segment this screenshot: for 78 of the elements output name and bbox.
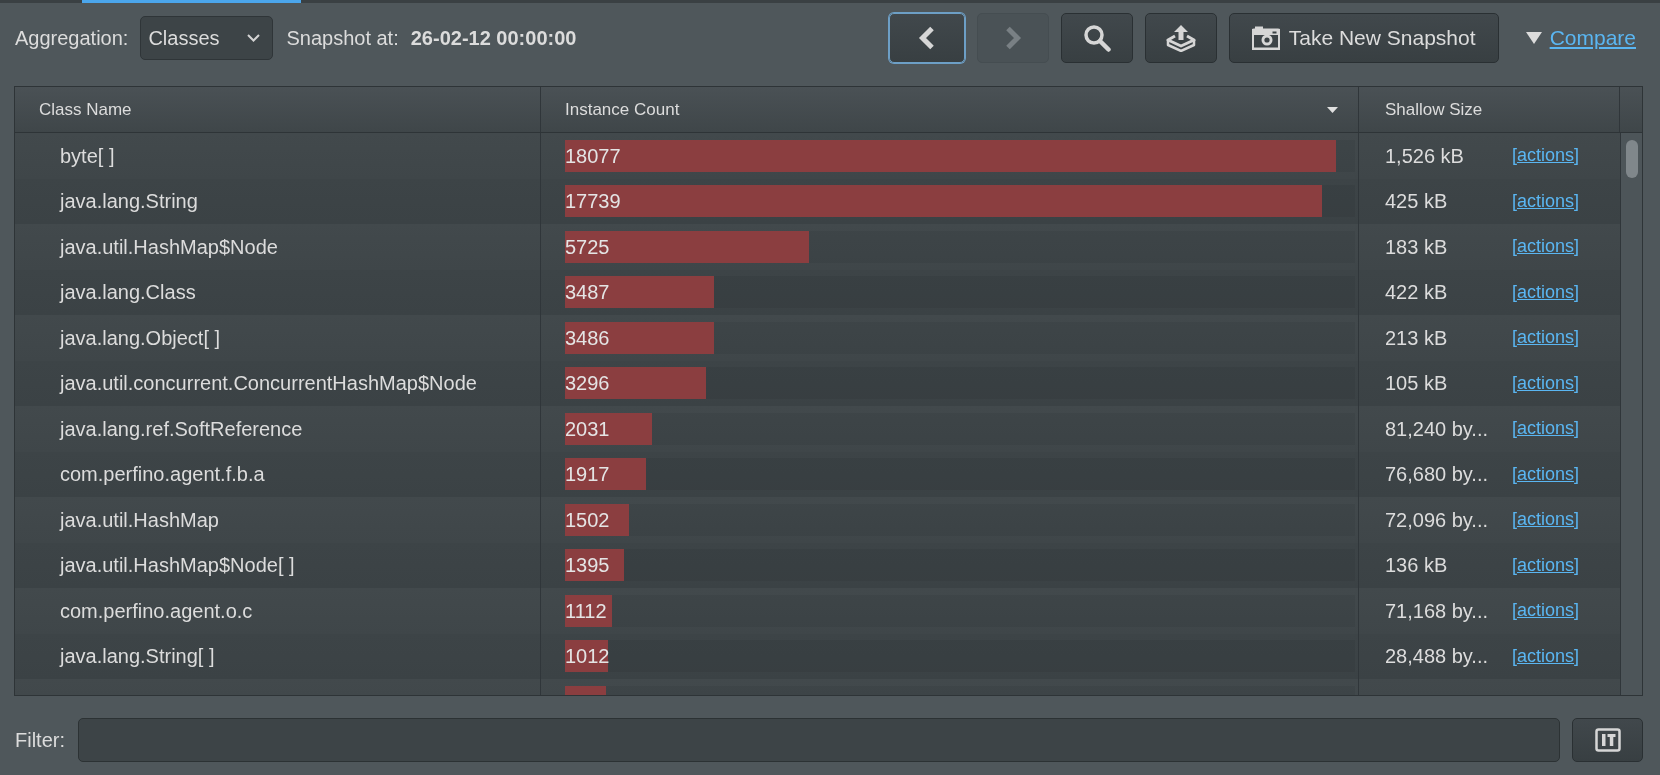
- text-tool-icon: [1594, 728, 1621, 752]
- shallow-size: 422 kB: [1385, 280, 1449, 306]
- actions-link[interactable]: [actions]: [1512, 369, 1580, 397]
- sort-descending-icon: [1327, 106, 1338, 113]
- actions-link[interactable]: [actions]: [1512, 278, 1580, 306]
- chevron-down-icon: [247, 34, 261, 42]
- instance-count: 17739: [565, 190, 621, 213]
- actions-link[interactable]: [actions]: [1512, 415, 1580, 443]
- class-name: java.lang.Object[ ]: [60, 325, 221, 351]
- caret-down-icon[interactable]: [1525, 32, 1542, 44]
- shallow-size: 105 kB: [1385, 371, 1449, 397]
- back-button[interactable]: [888, 13, 965, 63]
- shallow-size: 28,488 by...: [1385, 644, 1490, 670]
- search-icon: [1082, 24, 1111, 52]
- instance-count: 3487: [565, 281, 610, 304]
- shallow-size: 76,680 by...: [1385, 462, 1490, 488]
- class-name: java.lang.Class: [60, 280, 196, 306]
- actions-link[interactable]: [actions]: [1512, 642, 1580, 670]
- actions-link[interactable]: [actions]: [1512, 551, 1580, 579]
- class-name: java.lang.ref.SoftReference: [60, 416, 303, 442]
- class-name: java.util.HashMap$Node[ ]: [60, 553, 295, 579]
- instance-count: 18077: [565, 144, 621, 167]
- filter-options-button[interactable]: [1572, 718, 1643, 762]
- instance-count: 1917: [565, 463, 610, 486]
- shallow-size: 72,096 by...: [1385, 507, 1490, 533]
- instance-count: 3486: [565, 326, 610, 349]
- table-row[interactable]: byte[ ] 18077 1,526 kB [actions]: [15, 133, 1620, 179]
- actions-link[interactable]: [actions]: [1512, 597, 1580, 625]
- search-button[interactable]: [1060, 13, 1133, 63]
- instance-count: 3296: [565, 372, 610, 395]
- actions-link[interactable]: [actions]: [1512, 142, 1580, 170]
- instance-count: 1012: [565, 645, 610, 668]
- chevron-left-icon: [917, 26, 936, 50]
- class-name: java.util.HashMap: [60, 507, 219, 533]
- actions-link[interactable]: [actions]: [1512, 233, 1580, 261]
- export-button[interactable]: [1144, 13, 1217, 63]
- table-row[interactable]: java.lang.Object[ ] 3486 213 kB [actions]: [15, 315, 1620, 361]
- snapshot-time: 26-02-12 00:00:00: [410, 26, 577, 51]
- shallow-size: 136 kB: [1385, 553, 1449, 579]
- actions-link[interactable]: [actions]: [1512, 324, 1580, 352]
- instance-count: 1395: [565, 554, 610, 577]
- scrollbar-thumb[interactable]: [1625, 140, 1638, 178]
- shallow-size: 425 kB: [1385, 189, 1449, 215]
- class-name: java.util.concurrent.ConcurrentHashMap$Node: [60, 371, 477, 397]
- column-header[interactable]: Shallow Size: [1359, 87, 1620, 132]
- shallow-size: 81,240 by...: [1385, 416, 1490, 442]
- actions-link[interactable]: [actions]: [1512, 460, 1580, 488]
- class-name: java.lang.String[ ]: [60, 644, 215, 670]
- class-name: java.util.HashMap$Node: [60, 234, 278, 260]
- camera-icon: [1251, 26, 1280, 50]
- aggregation-dropdown[interactable]: Classes: [140, 16, 274, 60]
- shallow-size: 213 kB: [1385, 325, 1449, 351]
- class-name: com.perfino.agent.f.b.a: [60, 462, 265, 488]
- class-name: java.lang.String: [60, 189, 198, 215]
- filter-input[interactable]: [78, 718, 1560, 762]
- instance-count: 2031: [565, 417, 610, 440]
- shallow-size: 71,168 by...: [1385, 598, 1490, 624]
- class-name: byte[ ]: [60, 143, 115, 169]
- instance-count: 1112: [565, 599, 607, 622]
- actions-link[interactable]: [actions]: [1512, 506, 1580, 534]
- instance-count: 1502: [565, 508, 610, 531]
- table-row[interactable]: java.util.HashMap 1502 72,096 by... [actions]: [15, 497, 1620, 543]
- table-row[interactable]: java.util.HashMap$Node 5725 183 kB [actions]: [15, 224, 1620, 270]
- upload-tray-icon: [1165, 24, 1196, 52]
- take-snapshot-button[interactable]: Take New Snapshot: [1228, 13, 1499, 63]
- actions-link[interactable]: [actions]: [1512, 187, 1580, 215]
- table-row[interactable]: java.lang.ref.SoftReference 2031 81,240 by... [actions]: [15, 406, 1620, 452]
- snapshot-label: Snapshot at:: [286, 26, 399, 51]
- table-row[interactable]: com.perfino.agent.o.c 1112 71,168 by... [actions]: [15, 588, 1620, 634]
- column-header[interactable]: Instance Count: [541, 87, 1359, 132]
- column-header[interactable]: Class Name: [15, 87, 541, 132]
- aggregation-label: Aggregation:: [15, 26, 129, 51]
- chevron-right-icon: [1003, 26, 1022, 50]
- class-name: com.perfino.agent.o.c: [60, 598, 253, 624]
- filter-label: Filter:: [15, 728, 65, 753]
- instance-count: 5725: [565, 235, 610, 258]
- shallow-size: 183 kB: [1385, 234, 1449, 260]
- shallow-size: 1,526 kB: [1385, 143, 1465, 169]
